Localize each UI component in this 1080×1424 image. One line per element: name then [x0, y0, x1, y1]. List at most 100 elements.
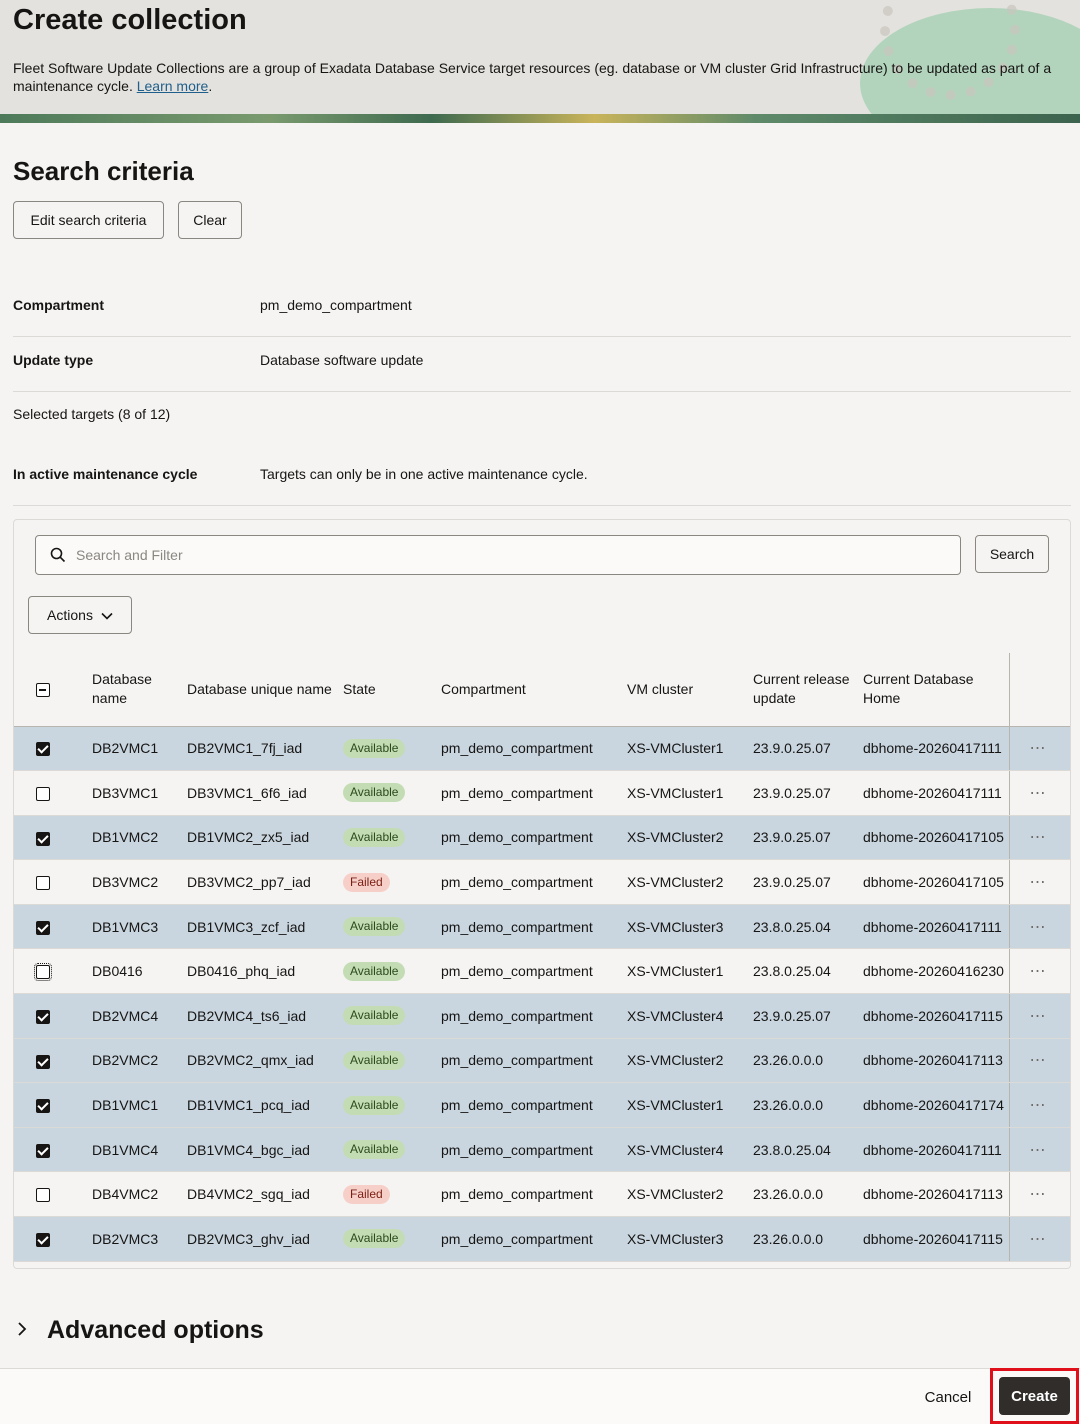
row-checkbox[interactable] — [36, 787, 50, 802]
more-horizontal-icon[interactable]: ⋯ — [1030, 919, 1047, 936]
table-row[interactable]: DB2VMC3 DB2VMC3_ghv_iad Available pm_demo_c… — [14, 1216, 1070, 1262]
row-select-cell — [14, 1082, 92, 1128]
cell-vm-cluster: XS-VMCluster3 — [627, 1216, 753, 1262]
table-row[interactable]: DB1VMC3 DB1VMC3_zcf_iad Available pm_demo_c… — [14, 904, 1070, 950]
actions-menu-button[interactable]: Actions — [28, 596, 132, 634]
more-horizontal-icon[interactable]: ⋯ — [1030, 785, 1047, 802]
row-checkbox[interactable] — [36, 1143, 50, 1158]
cell-release-update: 23.26.0.0.0 — [753, 1082, 863, 1128]
more-horizontal-icon[interactable]: ⋯ — [1030, 963, 1047, 980]
cell-database-name: DB2VMC3 — [92, 1216, 187, 1262]
more-horizontal-icon[interactable]: ⋯ — [1030, 829, 1047, 846]
cell-database-home: dbhome-20260417113 — [863, 1171, 1009, 1218]
actions-label: Actions — [47, 607, 93, 623]
more-horizontal-icon[interactable]: ⋯ — [1030, 1008, 1047, 1025]
table-row[interactable]: DB1VMC1 DB1VMC1_pcq_iad Available pm_demo_c… — [14, 1082, 1070, 1128]
row-checkbox[interactable] — [36, 1232, 50, 1247]
table-row[interactable]: DB1VMC2 DB1VMC2_zx5_iad Available pm_demo_c… — [14, 815, 1070, 861]
cell-state: Available — [343, 770, 441, 816]
row-actions-cell: ⋯ — [1008, 770, 1070, 816]
search-filter-input[interactable] — [76, 547, 936, 563]
cell-database-home: dbhome-20260416230 — [863, 948, 1009, 995]
more-horizontal-icon[interactable]: ⋯ — [1030, 1231, 1047, 1248]
row-checkbox[interactable] — [36, 831, 50, 846]
cancel-button[interactable]: Cancel — [913, 1379, 983, 1415]
cell-vm-cluster: XS-VMCluster2 — [627, 815, 753, 861]
row-checkbox[interactable] — [36, 742, 50, 757]
header-compartment[interactable]: Compartment — [441, 653, 627, 727]
footer-bar: Cancel Create — [0, 1368, 1080, 1424]
row-select-cell — [14, 1127, 92, 1173]
search-filter-box[interactable] — [35, 535, 961, 575]
cell-database-name: DB2VMC1 — [92, 726, 187, 772]
row-select-cell — [14, 948, 92, 995]
more-horizontal-icon[interactable]: ⋯ — [1030, 1052, 1047, 1069]
cell-database-unique-name: DB0416_phq_iad — [187, 948, 343, 995]
table-row[interactable]: DB2VMC4 DB2VMC4_ts6_iad Available pm_demo_c… — [14, 993, 1070, 1039]
more-horizontal-icon[interactable]: ⋯ — [1030, 1097, 1047, 1114]
search-button[interactable]: Search — [975, 535, 1049, 573]
more-horizontal-icon[interactable]: ⋯ — [1030, 874, 1047, 891]
row-checkbox[interactable] — [36, 1188, 50, 1203]
header-database-unique-name[interactable]: Database unique name — [187, 653, 343, 727]
cell-database-home: dbhome-20260417115 — [863, 1216, 1009, 1262]
cell-database-unique-name: DB3VMC1_6f6_iad — [187, 770, 343, 816]
header-current-release-update[interactable]: Current release update — [753, 653, 863, 727]
status-badge: Available — [343, 827, 406, 847]
divider — [13, 336, 1071, 337]
status-badge: Available — [343, 1229, 406, 1249]
row-checkbox[interactable] — [36, 1010, 50, 1024]
cell-compartment: pm_demo_compartment — [441, 815, 627, 861]
row-checkbox[interactable] — [36, 1099, 50, 1114]
page-header: Create collection Fleet Software Update … — [0, 0, 1080, 123]
table-header-row: Database name Database unique name State… — [14, 653, 1070, 727]
row-checkbox[interactable] — [36, 920, 50, 935]
row-actions-cell: ⋯ — [1008, 726, 1070, 772]
cell-vm-cluster: XS-VMCluster2 — [627, 859, 753, 905]
cell-database-home: dbhome-20260417111 — [863, 726, 1009, 772]
create-button[interactable]: Create — [999, 1377, 1070, 1415]
header-vm-cluster[interactable]: VM cluster — [627, 653, 753, 727]
advanced-options-toggle[interactable]: Advanced options — [17, 1316, 264, 1345]
select-all-checkbox[interactable] — [36, 683, 50, 698]
more-horizontal-icon[interactable]: ⋯ — [1030, 740, 1047, 757]
selected-targets-label: Selected targets (8 of 12) — [13, 406, 171, 422]
table-row[interactable]: DB3VMC2 DB3VMC2_pp7_iad Failed pm_demo_comp… — [14, 859, 1070, 905]
clear-button[interactable]: Clear — [178, 201, 242, 239]
header-database-name[interactable]: Database name — [92, 653, 187, 727]
chevron-right-icon — [17, 1319, 47, 1342]
cell-compartment: pm_demo_compartment — [441, 1216, 627, 1262]
cell-database-name: DB2VMC2 — [92, 1038, 187, 1084]
row-actions-cell: ⋯ — [1008, 1216, 1070, 1262]
table-row[interactable]: DB2VMC2 DB2VMC2_qmx_iad Available pm_demo_c… — [14, 1038, 1070, 1084]
row-checkbox[interactable] — [36, 1054, 50, 1069]
status-badge: Available — [343, 1095, 406, 1115]
header-current-database-home[interactable]: Current Database Home — [863, 653, 1009, 727]
row-select-cell — [14, 1171, 92, 1218]
cell-database-unique-name: DB2VMC3_ghv_iad — [187, 1216, 343, 1262]
table-row[interactable]: DB4VMC2 DB4VMC2_sgq_iad Failed pm_demo_comp… — [14, 1171, 1070, 1218]
edit-search-criteria-button[interactable]: Edit search criteria — [13, 201, 164, 239]
table-body: DB2VMC1 DB2VMC1_7fj_iad Available pm_demo_c… — [14, 726, 1070, 1262]
cell-database-name: DB3VMC2 — [92, 859, 187, 905]
table-row[interactable]: DB0416 DB0416_phq_iad Available pm_demo_com… — [14, 948, 1070, 995]
cell-database-unique-name: DB1VMC3_zcf_iad — [187, 904, 343, 950]
cell-database-unique-name: DB2VMC4_ts6_iad — [187, 993, 343, 1039]
cell-vm-cluster: XS-VMCluster2 — [627, 1038, 753, 1084]
learn-more-link[interactable]: Learn more — [137, 78, 209, 94]
status-badge: Failed — [343, 872, 390, 892]
more-horizontal-icon[interactable]: ⋯ — [1030, 1186, 1047, 1203]
cell-vm-cluster: XS-VMCluster1 — [627, 1082, 753, 1128]
row-checkbox[interactable] — [34, 963, 52, 982]
table-row[interactable]: DB1VMC4 DB1VMC4_bgc_iad Available pm_demo_c… — [14, 1127, 1070, 1173]
cell-compartment: pm_demo_compartment — [441, 726, 627, 772]
row-checkbox[interactable] — [36, 876, 50, 891]
cell-release-update: 23.8.0.25.04 — [753, 1127, 863, 1173]
search-icon — [50, 547, 66, 563]
table-row[interactable]: DB2VMC1 DB2VMC1_7fj_iad Available pm_demo_c… — [14, 726, 1070, 772]
more-horizontal-icon[interactable]: ⋯ — [1030, 1142, 1047, 1159]
cell-state: Available — [343, 948, 441, 995]
header-state[interactable]: State — [343, 653, 441, 727]
cell-state: Available — [343, 726, 441, 772]
table-row[interactable]: DB3VMC1 DB3VMC1_6f6_iad Available pm_demo_c… — [14, 770, 1070, 816]
